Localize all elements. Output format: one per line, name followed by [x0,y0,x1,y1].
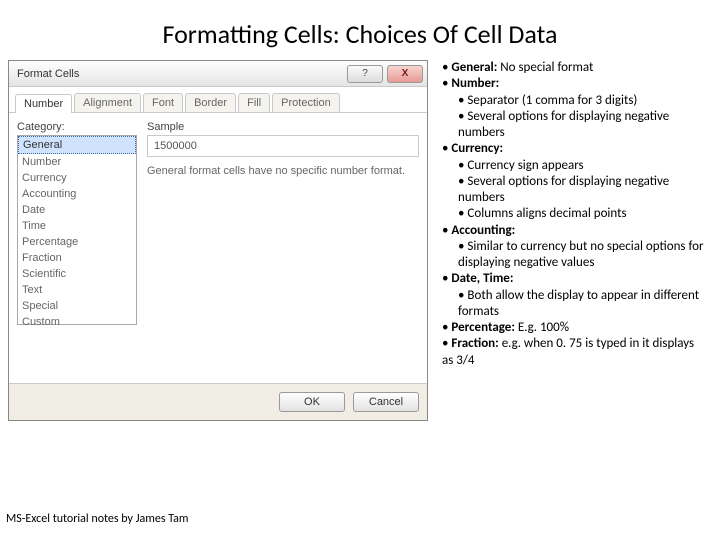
category-item-text[interactable]: Text [18,282,136,298]
category-item-accounting[interactable]: Accounting [18,186,136,202]
category-item-special[interactable]: Special [18,298,136,314]
tab-number[interactable]: Number [15,94,72,113]
note-currency-sub1: Currency sign appears [442,158,704,174]
note-number: Number: [442,76,704,92]
content-row: Format Cells ? X Number Alignment Font B… [0,50,720,421]
dialog-body: Category: General Number Currency Accoun… [9,113,427,383]
category-label: Category: [17,121,137,133]
dialog-titlebar: Format Cells ? X [9,61,427,87]
tab-protection[interactable]: Protection [272,93,340,112]
category-item-number[interactable]: Number [18,154,136,170]
notes-list: General: No special format Number: Separ… [428,60,712,421]
note-number-sub1: Separator (1 comma for 3 digits) [442,93,704,109]
note-currency: Currency: [442,141,704,157]
dialog-tabs: Number Alignment Font Border Fill Protec… [9,87,427,113]
format-description: General format cells have no specific nu… [147,165,419,177]
note-datetime-sub1: Both allow the display to appear in diff… [442,288,704,321]
sample-column: Sample 1500000 General format cells have… [137,121,419,375]
category-list[interactable]: General Number Currency Accounting Date … [17,135,137,325]
dialog-title: Format Cells [17,68,343,80]
category-column: Category: General Number Currency Accoun… [17,121,137,375]
note-datetime: Date, Time: [442,271,704,287]
slide-title: Formatting Cells: Choices Of Cell Data [0,0,720,50]
cancel-button[interactable]: Cancel [353,392,419,412]
note-accounting-sub1: Similar to currency but no special optio… [442,239,704,272]
category-item-general[interactable]: General [18,136,136,154]
sample-label: Sample [147,121,419,133]
category-item-percentage[interactable]: Percentage [18,234,136,250]
ok-button[interactable]: OK [279,392,345,412]
tab-border[interactable]: Border [185,93,236,112]
close-button[interactable]: X [387,65,423,83]
note-percentage: Percentage: E.g. 100% [442,320,704,336]
tab-alignment[interactable]: Alignment [74,93,141,112]
help-button[interactable]: ? [347,65,383,83]
tab-font[interactable]: Font [143,93,183,112]
note-fraction: Fraction: e.g. when 0. 75 is typed in it… [442,336,704,369]
category-item-currency[interactable]: Currency [18,170,136,186]
category-item-fraction[interactable]: Fraction [18,250,136,266]
category-item-date[interactable]: Date [18,202,136,218]
category-item-scientific[interactable]: Scientific [18,266,136,282]
note-general: General: No special format [442,60,704,76]
note-accounting: Accounting: [442,223,704,239]
tab-fill[interactable]: Fill [238,93,270,112]
category-item-time[interactable]: Time [18,218,136,234]
note-currency-sub3: Columns aligns decimal points [442,206,704,222]
footer-note: MS-Excel tutorial notes by James Tam [6,512,188,526]
category-item-custom[interactable]: Custom [18,314,136,330]
note-number-sub2: Several options for displaying negative … [442,109,704,142]
note-currency-sub2: Several options for displaying negative … [442,174,704,207]
sample-value: 1500000 [147,135,419,157]
format-cells-dialog: Format Cells ? X Number Alignment Font B… [8,60,428,421]
dialog-footer: OK Cancel [9,383,427,420]
